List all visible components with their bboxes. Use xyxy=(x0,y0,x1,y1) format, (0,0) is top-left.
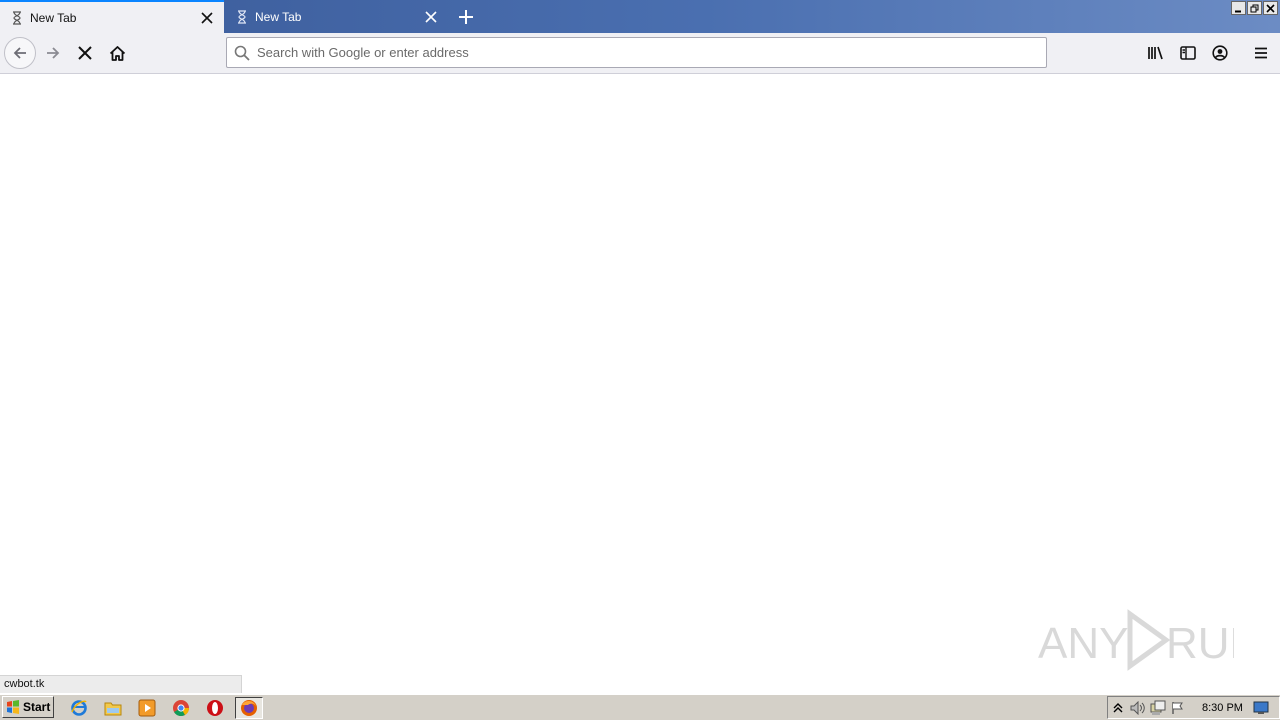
chrome-icon xyxy=(173,700,190,717)
navigation-toolbar xyxy=(0,33,1280,74)
firefox-taskbar-button[interactable] xyxy=(235,697,263,719)
stop-icon xyxy=(78,46,92,60)
home-button[interactable] xyxy=(101,37,133,69)
tab-strip: New Tab New Tab xyxy=(0,0,1280,33)
forward-icon xyxy=(47,47,60,59)
windows-logo-icon xyxy=(7,700,19,714)
svg-text:RUN: RUN xyxy=(1166,619,1234,668)
account-icon xyxy=(1212,45,1228,61)
network-icon xyxy=(1150,700,1166,715)
home-icon xyxy=(109,45,125,61)
anyrun-watermark: ANY RUN xyxy=(1038,609,1234,671)
page-content[interactable] xyxy=(0,74,1280,692)
show-desktop-button[interactable] xyxy=(1251,698,1271,718)
media-player-icon xyxy=(138,699,156,717)
back-icon xyxy=(13,47,26,59)
library-icon xyxy=(1148,46,1163,60)
close-window-button[interactable] xyxy=(1263,1,1278,15)
action-center-flag-icon xyxy=(1172,701,1183,714)
firefox-icon xyxy=(241,700,257,716)
show-desktop-icon xyxy=(1253,701,1269,714)
chrome-launcher[interactable] xyxy=(170,697,192,719)
hourglass-icon xyxy=(235,9,249,24)
stop-button[interactable] xyxy=(69,37,101,69)
plus-icon xyxy=(459,9,473,24)
tab-title: New Tab xyxy=(255,9,302,24)
search-icon xyxy=(227,45,257,61)
menu-icon xyxy=(1255,47,1267,59)
volume-icon xyxy=(1130,700,1145,715)
account-button[interactable] xyxy=(1208,41,1232,65)
opera-launcher[interactable] xyxy=(204,697,226,719)
back-button[interactable] xyxy=(4,37,36,69)
window-controls xyxy=(1231,1,1278,15)
opera-icon xyxy=(207,700,223,716)
media-player-launcher[interactable] xyxy=(136,697,158,719)
show-hidden-icons-button[interactable] xyxy=(1108,698,1128,718)
link-status-bar: cwbot.tk xyxy=(0,675,242,693)
tab-new-tab-background[interactable]: New Tab xyxy=(225,0,448,33)
file-explorer-icon xyxy=(104,702,122,716)
file-explorer-launcher[interactable] xyxy=(102,697,124,719)
hourglass-icon xyxy=(10,10,24,25)
tab-title: New Tab xyxy=(30,10,77,25)
close-tab-icon[interactable] xyxy=(196,7,218,29)
minimize-button[interactable] xyxy=(1231,1,1246,15)
show-hidden-icon xyxy=(1113,702,1123,712)
sidebar-button[interactable] xyxy=(1176,41,1200,65)
sidebar-icon xyxy=(1180,46,1196,60)
start-label: Start xyxy=(23,700,51,714)
screen: { "tabs": [ {"title": "New Tab", "active… xyxy=(0,0,1280,720)
windows-taskbar: Start 8:30 PM xyxy=(0,693,1280,720)
taskbar-clock[interactable]: 8:30 PM xyxy=(1202,702,1243,714)
new-tab-button[interactable] xyxy=(452,3,480,30)
library-button[interactable] xyxy=(1144,41,1168,65)
tab-new-tab-active[interactable]: New Tab xyxy=(0,0,224,33)
close-tab-icon[interactable] xyxy=(420,6,442,28)
url-bar[interactable] xyxy=(226,37,1047,68)
system-tray: 8:30 PM xyxy=(1107,696,1280,719)
svg-text:ANY: ANY xyxy=(1038,619,1128,668)
volume-button[interactable] xyxy=(1128,698,1148,718)
url-input[interactable] xyxy=(257,45,1046,60)
menu-button[interactable] xyxy=(1249,41,1273,65)
start-button[interactable]: Start xyxy=(2,696,54,718)
action-center-button[interactable] xyxy=(1168,698,1188,718)
internet-explorer-launcher[interactable] xyxy=(68,697,90,719)
internet-explorer-icon xyxy=(71,700,87,716)
restore-button[interactable] xyxy=(1247,1,1262,15)
forward-button[interactable] xyxy=(37,37,69,69)
network-button[interactable] xyxy=(1148,698,1168,718)
